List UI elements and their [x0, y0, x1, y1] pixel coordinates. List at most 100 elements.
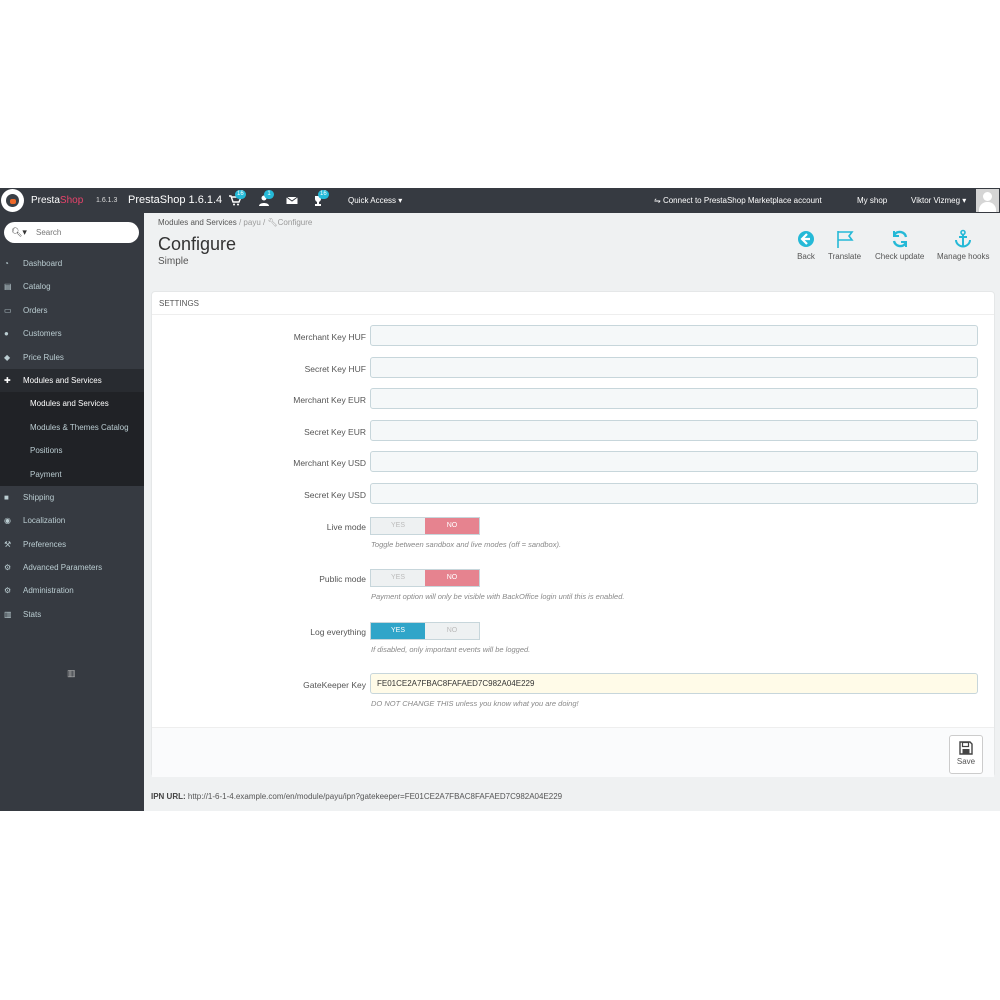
public-mode-switch[interactable]: YES NO [370, 569, 480, 587]
live-mode-switch[interactable]: YES NO [370, 517, 480, 535]
sidebar-subitem-payment[interactable]: Payment [0, 462, 144, 486]
sidebar-item-advanced-parameters[interactable]: ⚙ Advanced Parameters [0, 556, 144, 579]
manage-hooks-button[interactable]: Manage hooks [937, 229, 989, 261]
help-text: DO NOT CHANGE THIS unless you know what … [371, 699, 579, 708]
cogs-icon: ⚙ [4, 563, 12, 573]
sidebar-item-catalog[interactable]: ▤ Catalog [0, 275, 144, 298]
sidebar-item-localization[interactable]: ◉ Localization [0, 509, 144, 532]
log-everything-switch[interactable]: YES NO [370, 622, 480, 640]
my-shop-link[interactable]: My shop [857, 196, 887, 205]
tags-icon: ◆ [4, 352, 11, 362]
search-icon[interactable]: 🔍︎▾ [11, 227, 27, 238]
sidebar-item-orders[interactable]: ▭ Orders [0, 299, 144, 322]
sidebar-item-price-rules[interactable]: ◆ Price Rules [0, 346, 144, 369]
save-button[interactable]: Save [949, 735, 983, 774]
breadcrumb-configure: Configure [277, 218, 313, 227]
switch-yes[interactable]: YES [371, 518, 425, 534]
search-box[interactable]: 🔍︎▾ [4, 222, 139, 243]
breadcrumb-modules[interactable]: Modules and Services [158, 218, 237, 227]
brand-name: PrestaShop [31, 195, 84, 206]
gatekeeper-key-input[interactable]: FE01CE2A7FBAC8FAFAED7C982A04E229 [370, 673, 978, 694]
customers-badge: 1 [264, 190, 274, 199]
bar-chart-icon: ▥ [4, 609, 12, 619]
sidebar-item-dashboard[interactable]: ◔ Dashboard [0, 252, 144, 275]
credit-card-icon: ▭ [4, 305, 12, 315]
puzzle-icon: ✚ [4, 375, 11, 385]
switch-no[interactable]: NO [425, 570, 479, 586]
search-input[interactable] [36, 226, 131, 239]
field-label: Public mode [319, 574, 366, 584]
sidebar-subitem-positions[interactable]: Positions [0, 439, 144, 463]
secret-key-usd-input[interactable] [370, 483, 978, 504]
cog-icon: ⚙ [4, 586, 12, 596]
top-bar: PrestaShop 1.6.1.3 PrestaShop 1.6.1.4 16… [0, 188, 1000, 213]
merchant-key-eur-input[interactable] [370, 388, 978, 409]
field-label: Secret Key EUR [304, 427, 366, 437]
field-label: Secret Key HUF [304, 364, 366, 374]
cart-badge: 16 [235, 190, 246, 199]
merchant-key-huf-input[interactable] [370, 325, 978, 346]
sidebar: 🔍︎▾ ◔Dashboard ▤Catalog ▭Orders ●Custome… [0, 213, 144, 811]
cart-icon[interactable]: 16 [229, 190, 246, 206]
wrench-icon: 🔧︎ [267, 218, 278, 227]
field-label: Secret Key USD [304, 490, 366, 500]
field-label: Log everything [310, 627, 366, 637]
breadcrumb: Modules and Services / payu / 🔧︎Configur… [158, 218, 313, 227]
shop-name[interactable]: PrestaShop 1.6.1.4 [128, 194, 222, 206]
user-icon[interactable]: 1 [258, 190, 274, 206]
avatar[interactable] [976, 189, 999, 212]
back-button[interactable]: Back [796, 229, 816, 261]
field-label: GateKeeper Key [303, 680, 366, 690]
page-subtitle: Simple [158, 256, 189, 267]
secret-key-huf-input[interactable] [370, 357, 978, 378]
field-label: Live mode [326, 522, 366, 532]
marketplace-connect-link[interactable]: ⇋ Connect to PrestaShop Marketplace acco… [654, 196, 822, 205]
switch-no[interactable]: NO [425, 518, 479, 534]
admin-app: PrestaShop 1.6.1.3 PrestaShop 1.6.1.4 16… [0, 188, 1000, 811]
sidebar-subitem-modules-services[interactable]: Modules and Services [0, 392, 144, 416]
flag-icon [835, 229, 855, 249]
anchor-icon [953, 229, 973, 249]
prestashop-logo-icon[interactable] [1, 189, 24, 212]
page-title: Configure [158, 234, 237, 254]
help-text: Payment option will only be visible with… [371, 592, 625, 601]
refresh-icon [890, 229, 910, 249]
ipn-url: IPN URL: http://1-6-1-4.example.com/en/m… [151, 792, 563, 801]
field-label: Merchant Key EUR [293, 395, 366, 405]
secret-key-eur-input[interactable] [370, 420, 978, 441]
breadcrumb-payu[interactable]: payu [243, 218, 260, 227]
quick-access-menu[interactable]: Quick Access ▾ [348, 196, 402, 205]
sidebar-collapse-icon[interactable]: ▥ [67, 668, 76, 678]
wrench-icon: ⚒ [4, 539, 12, 549]
users-icon: ● [4, 329, 9, 339]
field-label: Merchant Key USD [293, 458, 366, 468]
envelope-icon[interactable] [286, 195, 298, 206]
sidebar-item-preferences[interactable]: ⚒ Preferences [0, 533, 144, 556]
help-text: Toggle between sandbox and live modes (o… [371, 540, 562, 549]
sidebar-item-administration[interactable]: ⚙ Administration [0, 579, 144, 602]
messages-badge: 16 [318, 190, 329, 199]
truck-icon: ■ [4, 492, 9, 502]
sidebar-item-modules[interactable]: ✚ Modules and Services [0, 368, 144, 393]
help-text: If disabled, only important events will … [371, 645, 531, 654]
book-icon: ▤ [4, 282, 12, 292]
switch-yes[interactable]: YES [371, 623, 425, 639]
sidebar-item-stats[interactable]: ▥ Stats [0, 603, 144, 626]
merchant-key-usd-input[interactable] [370, 451, 978, 472]
translate-button[interactable]: Translate [828, 229, 861, 261]
dashboard-icon: ◔ [4, 259, 9, 268]
check-update-button[interactable]: Check update [875, 229, 924, 261]
version-label: 1.6.1.3 [96, 197, 118, 204]
sidebar-item-shipping[interactable]: ■ Shipping [0, 486, 144, 509]
trophy-icon[interactable]: 16 [312, 190, 329, 206]
arrow-left-circle-icon [796, 229, 816, 249]
user-menu[interactable]: Viktor Vizmeg ▾ [911, 196, 966, 205]
switch-no[interactable]: NO [425, 623, 479, 639]
sidebar-subitem-themes-catalog[interactable]: Modules & Themes Catalog [0, 415, 144, 440]
globe-icon: ◉ [4, 516, 11, 526]
switch-yes[interactable]: YES [371, 570, 425, 586]
settings-panel: SETTINGS Merchant Key HUF Secret Key HUF… [151, 291, 995, 777]
panel-footer: Save [152, 727, 994, 777]
sidebar-item-customers[interactable]: ● Customers [0, 322, 144, 345]
connect-icon: ⇋ [654, 196, 661, 205]
